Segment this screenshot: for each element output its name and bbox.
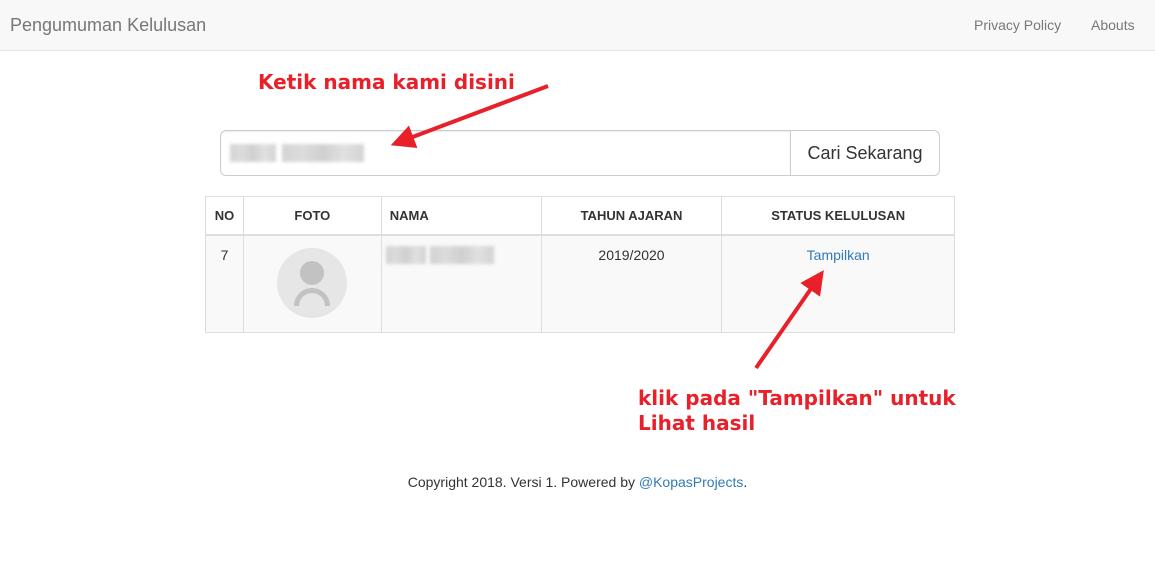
annotation-click-show: klik pada "Tampilkan" untuk Lihat hasil <box>638 386 956 435</box>
results-table: NO FOTO NAMA TAHUN AJARAN STATUS KELULUS… <box>205 196 955 333</box>
cell-foto <box>242 234 382 333</box>
nav-link-abouts[interactable]: Abouts <box>1091 16 1135 34</box>
header-status-kelulusan: STATUS KELULUSAN <box>721 196 955 236</box>
footer-kopas-link[interactable]: @KopasProjects <box>639 474 743 490</box>
header-tahun-ajaran: TAHUN AJARAN <box>540 196 723 236</box>
header-nama: NAMA <box>380 196 542 236</box>
footer-suffix: . <box>743 474 748 490</box>
blurred-name-text <box>385 245 541 264</box>
cell-nama <box>380 234 542 333</box>
footer: Copyright 2018. Versi 1. Powered by @Kop… <box>0 474 1155 490</box>
tampilkan-link[interactable]: Tampilkan <box>807 247 870 263</box>
search-input[interactable] <box>220 130 791 176</box>
table-row: 7 2019/2020 Tampilkan <box>205 234 955 333</box>
nav-link-privacy-policy[interactable]: Privacy Policy <box>974 16 1061 34</box>
annotation-type-name: Ketik nama kami disini <box>258 70 515 94</box>
header-foto: FOTO <box>242 196 382 236</box>
footer-text: Copyright 2018. Versi 1. Powered by <box>407 474 639 490</box>
avatar-placeholder-icon <box>277 247 348 318</box>
cell-tahun-ajaran: 2019/2020 <box>540 234 723 333</box>
cell-status: Tampilkan <box>721 234 955 333</box>
cell-no: 7 <box>205 234 244 333</box>
navbar: Pengumuman Kelulusan Privacy Policy Abou… <box>0 0 1155 51</box>
navbar-brand[interactable]: Pengumuman Kelulusan <box>10 15 206 35</box>
table-header-row: NO FOTO NAMA TAHUN AJARAN STATUS KELULUS… <box>205 196 955 236</box>
header-no: NO <box>205 196 244 236</box>
search-group: Cari Sekarang <box>220 130 940 176</box>
search-button[interactable]: Cari Sekarang <box>790 130 940 176</box>
